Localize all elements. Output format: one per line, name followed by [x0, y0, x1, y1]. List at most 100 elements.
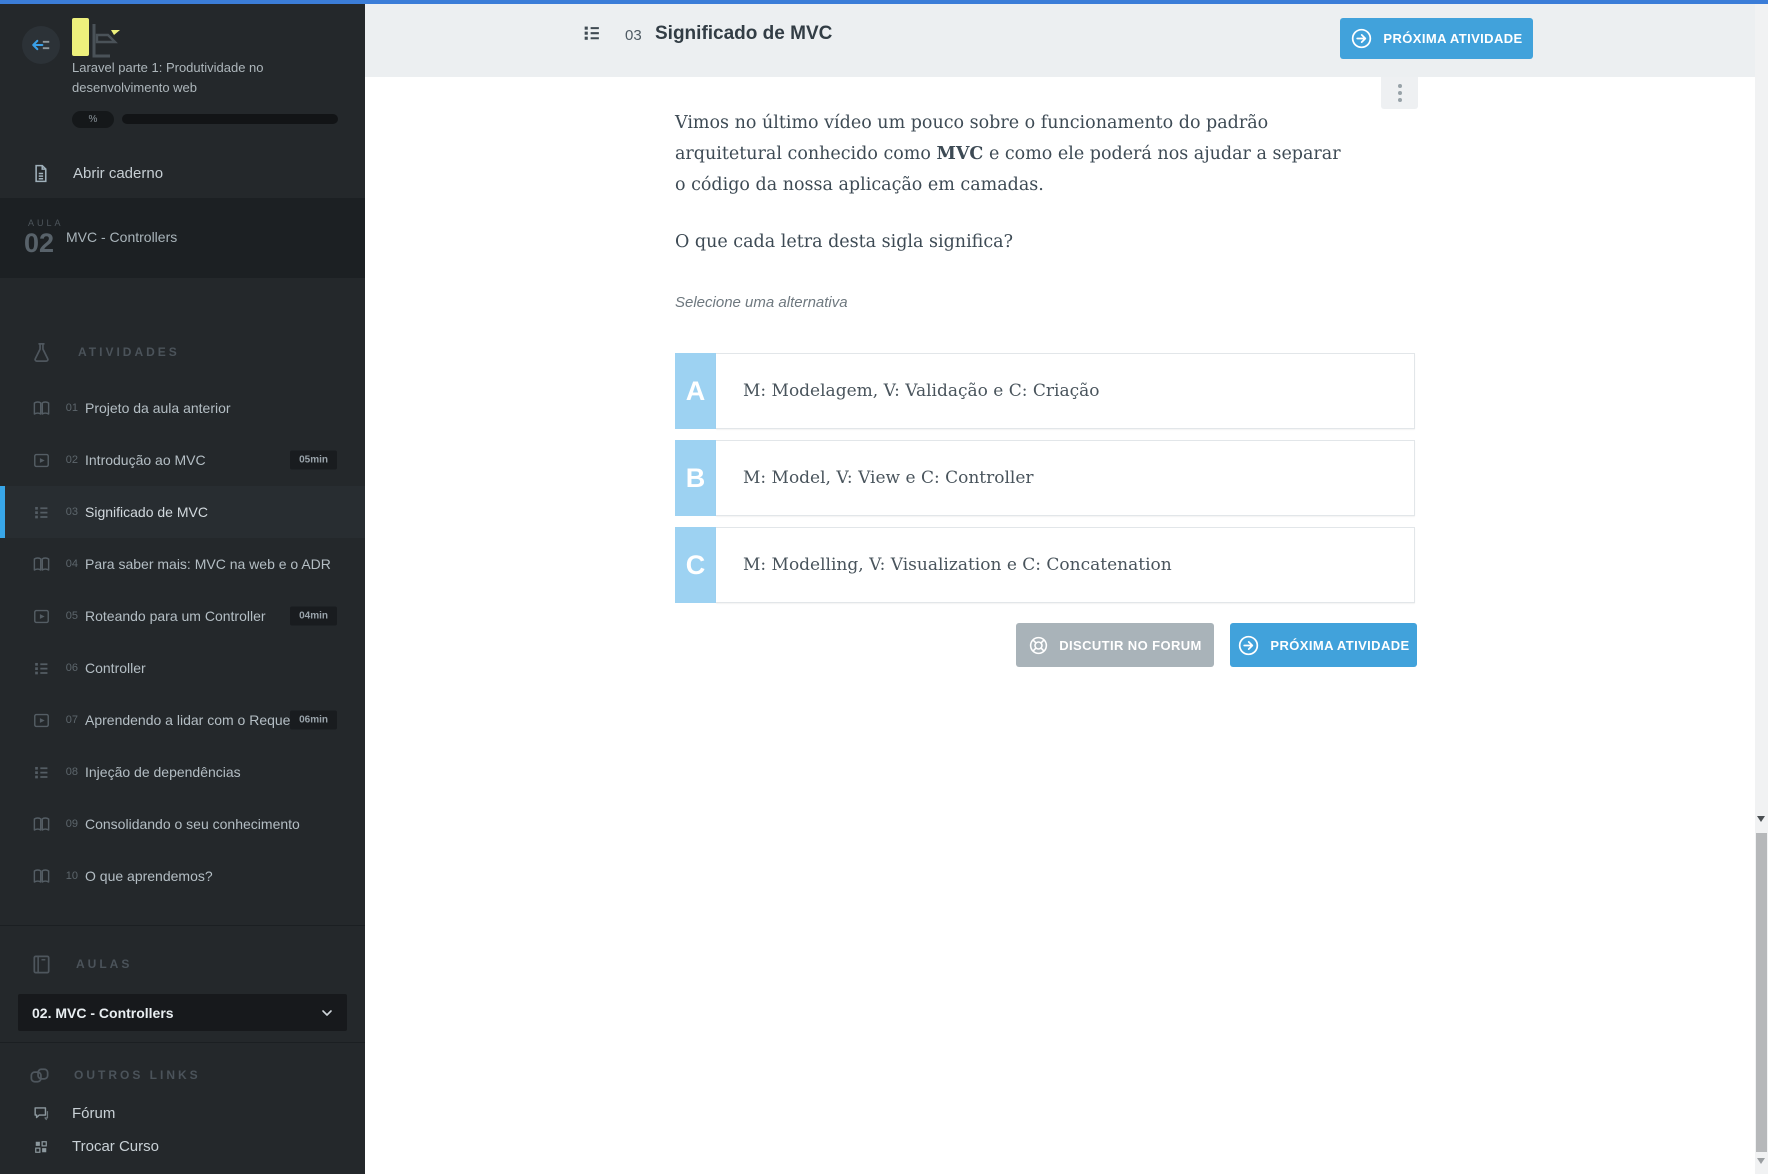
next-activity-label: PRÓXIMA ATIVIDADE — [1270, 637, 1410, 653]
arrow-right-circle-icon — [1237, 634, 1260, 657]
lifebuoy-icon — [1028, 635, 1049, 656]
list-icon — [30, 763, 52, 782]
activity-number: 09 — [65, 818, 78, 830]
lessons-section: AULAS 02. MVC - Controllers — [0, 925, 365, 1031]
activity-number: 07 — [65, 714, 78, 726]
duration-badge: 04min — [290, 606, 337, 626]
sidebar-item-consolidando-o-seu-conhecimento[interactable]: 09 Consolidando o seu conhecimento — [0, 798, 365, 850]
sidebar-item-roteando-para-um-controller[interactable]: 05 Roteando para um Controller 04min — [0, 590, 365, 642]
discuss-forum-button[interactable]: DISCUTIR NO FORUM — [1016, 623, 1214, 667]
lessons-header-label: AULAS — [76, 957, 133, 971]
video-icon — [30, 607, 52, 626]
sidebar-item-forum[interactable]: Fórum — [0, 1097, 365, 1130]
course-title: Laravel parte 1: Produtividade no desenv… — [72, 60, 264, 96]
alternative-text: M: Modelagem, V: Validação e C: Criação — [743, 381, 1100, 401]
more-options-button[interactable] — [1381, 77, 1418, 109]
link-label: Fórum — [72, 1105, 116, 1122]
lesson-title: MVC - Controllers — [66, 229, 178, 245]
next-activity-button[interactable]: PRÓXIMA ATIVIDADE — [1340, 18, 1533, 59]
alternative-b[interactable]: B M: Model, V: View e C: Controller — [675, 440, 1415, 516]
other-links-section: OUTROS LINKS Fórum Trocar Curso — [0, 1042, 365, 1163]
activities-section-header: ATIVIDADES — [0, 330, 365, 374]
alternative-body: M: Model, V: View e C: Controller — [716, 440, 1415, 516]
alternative-c[interactable]: C M: Modelling, V: Visualization e C: Co… — [675, 527, 1415, 603]
other-links-header-label: OUTROS LINKS — [74, 1068, 201, 1082]
duration-badge: 06min — [290, 710, 337, 730]
video-icon — [30, 711, 52, 730]
alternative-letter: B — [675, 440, 716, 516]
activity-number: 02 — [65, 454, 78, 466]
activity-label: Projeto da aula anterior — [85, 400, 231, 416]
scrollbar-thumb[interactable] — [1756, 833, 1767, 1152]
activity-number: 10 — [65, 870, 78, 882]
arrow-right-circle-icon — [1350, 27, 1373, 50]
activity-label: Aprendendo a lidar com o Request — [85, 712, 302, 728]
vertical-scrollbar[interactable] — [1755, 0, 1768, 1174]
question-text-bold: MVC — [936, 144, 984, 164]
alternative-letter: A — [675, 353, 716, 429]
next-activity-label: PRÓXIMA ATIVIDADE — [1383, 31, 1523, 46]
activity-label: Controller — [85, 660, 146, 676]
progress-bar — [122, 114, 338, 124]
question-paragraph-1: Vimos no último vídeo um pouco sobre o f… — [675, 108, 1347, 201]
activity-number: 08 — [65, 766, 78, 778]
collapse-sidebar-button[interactable] — [22, 26, 60, 64]
alternative-a[interactable]: A M: Modelagem, V: Validação e C: Criaçã… — [675, 353, 1415, 429]
link-label: Trocar Curso — [72, 1138, 159, 1155]
video-icon — [30, 451, 52, 470]
sidebar-item-significado-de-mvc[interactable]: 03 Significado de MVC — [0, 486, 365, 538]
activity-label: Roteando para um Controller — [85, 608, 266, 624]
discuss-forum-label: DISCUTIR NO FORUM — [1059, 637, 1202, 653]
activities-header-label: ATIVIDADES — [78, 345, 180, 359]
next-activity-button-bottom[interactable]: PRÓXIMA ATIVIDADE — [1230, 623, 1417, 667]
chevron-down-icon — [319, 1005, 335, 1021]
question-area: Vimos no último vídeo um pouco sobre o f… — [675, 108, 1420, 667]
activity-number: 01 — [65, 402, 78, 414]
top-accent-bar — [0, 0, 1768, 4]
select-alternative-hint: Selecione uma alternativa — [675, 294, 848, 311]
book-open-icon — [30, 815, 52, 834]
sidebar-item-trocar-curso[interactable]: Trocar Curso — [0, 1130, 365, 1163]
question-paragraph-2: O que cada letra desta sigla significa? — [675, 232, 1013, 252]
activity-label: Introdução ao MVC — [85, 452, 206, 468]
sidebar-item-injecao-de-dependencias[interactable]: 08 Injeção de dependências — [0, 746, 365, 798]
list-icon — [30, 659, 52, 678]
sidebar-item-controller[interactable]: 06 Controller — [0, 642, 365, 694]
current-lesson-banner: AULA 02 MVC - Controllers — [0, 198, 365, 278]
lesson-number: 02 — [24, 228, 55, 258]
alternative-letter: C — [675, 527, 716, 603]
lesson-select-dropdown[interactable]: 02. MVC - Controllers — [18, 994, 347, 1031]
link-icon — [28, 1064, 51, 1087]
course-page: Laravel parte 1: Produtividade no desenv… — [0, 0, 1768, 1174]
activity-number: 05 — [65, 610, 78, 622]
lesson-select-value: 02. MVC - Controllers — [32, 1004, 174, 1021]
main-content: 03 Significado de MVC PRÓXIMA ATIVIDADE … — [365, 0, 1755, 1174]
alternative-body: M: Modelagem, V: Validação e C: Criação — [716, 353, 1415, 429]
sidebar-item-o-que-aprendemos[interactable]: 10 O que aprendemos? — [0, 850, 365, 902]
book-open-icon — [30, 867, 52, 886]
activities-list: 01 Projeto da aula anterior 02 Introduçã… — [0, 382, 365, 902]
scroll-down-arrow-icon[interactable] — [1757, 816, 1765, 822]
activity-label: Significado de MVC — [85, 504, 208, 520]
activity-number: 03 — [65, 506, 78, 518]
scroll-down-arrow-icon[interactable] — [1757, 1158, 1765, 1164]
back-arrow-icon — [32, 39, 50, 51]
flask-icon — [30, 341, 53, 364]
forum-icon — [30, 1104, 52, 1123]
alternatives-list: A M: Modelagem, V: Validação e C: Criaçã… — [675, 353, 1420, 603]
sidebar-item-projeto-aula-anterior[interactable]: 01 Projeto da aula anterior — [0, 382, 365, 434]
progress-percent-badge: % — [72, 111, 114, 128]
open-notebook-button[interactable]: Abrir caderno — [0, 150, 365, 196]
other-links-header: OUTROS LINKS — [0, 1053, 365, 1097]
sidebar-item-introducao-ao-mvc[interactable]: 02 Introdução ao MVC 05min — [0, 434, 365, 486]
activity-label: Consolidando o seu conhecimento — [85, 816, 300, 832]
book-open-icon — [30, 555, 52, 574]
sidebar-item-para-saber-mais[interactable]: 04 Para saber mais: MVC na web e o ADR — [0, 538, 365, 590]
book-icon — [30, 953, 53, 976]
alternative-text: M: Modelling, V: Visualization e C: Conc… — [743, 555, 1172, 575]
alternative-text: M: Model, V: View e C: Controller — [743, 468, 1034, 488]
alternative-body: M: Modelling, V: Visualization e C: Conc… — [716, 527, 1415, 603]
notebook-icon — [30, 163, 51, 184]
course-logo — [70, 16, 128, 62]
sidebar-item-aprendendo-a-lidar-com-o-request[interactable]: 07 Aprendendo a lidar com o Request 06mi… — [0, 694, 365, 746]
